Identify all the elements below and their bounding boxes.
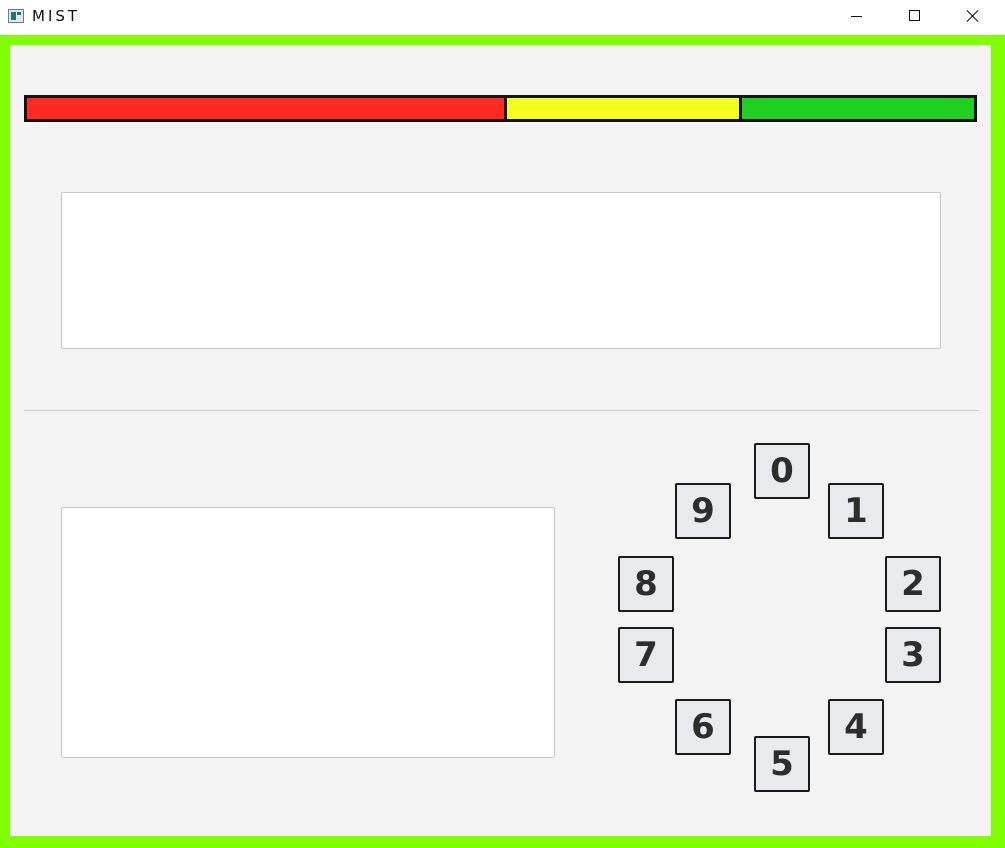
- app-window-icon: [8, 9, 24, 23]
- maximize-icon: [909, 10, 920, 21]
- app-frame: 0 1 2 3 4 5 6 7 8 9: [0, 35, 1005, 848]
- digit-5-button[interactable]: 5: [754, 736, 810, 792]
- close-button[interactable]: [944, 0, 1002, 34]
- minimize-button[interactable]: [828, 0, 886, 34]
- digit-6-button[interactable]: 6: [675, 699, 731, 755]
- digit-1-button[interactable]: 1: [828, 483, 884, 539]
- top-text-area[interactable]: [61, 192, 941, 349]
- close-icon: [966, 9, 980, 23]
- bottom-text-area[interactable]: [61, 507, 555, 758]
- digit-2-button[interactable]: 2: [885, 556, 941, 612]
- minimize-icon: [851, 16, 862, 17]
- digit-3-button[interactable]: 3: [885, 627, 941, 683]
- title-bar: MIST: [0, 0, 1005, 34]
- digit-0-button[interactable]: 0: [754, 443, 810, 499]
- main-panel: 0 1 2 3 4 5 6 7 8 9: [10, 45, 991, 836]
- level-segment-yellow: [507, 98, 742, 119]
- digit-8-button[interactable]: 8: [618, 556, 674, 612]
- window-title: MIST: [32, 7, 81, 25]
- digit-9-button[interactable]: 9: [675, 483, 731, 539]
- digit-4-button[interactable]: 4: [828, 699, 884, 755]
- section-divider: [24, 410, 979, 411]
- level-segment-red: [27, 98, 507, 119]
- level-segment-green: [742, 98, 974, 119]
- digit-7-button[interactable]: 7: [618, 627, 674, 683]
- maximize-button[interactable]: [886, 0, 944, 34]
- level-bar: [24, 95, 977, 122]
